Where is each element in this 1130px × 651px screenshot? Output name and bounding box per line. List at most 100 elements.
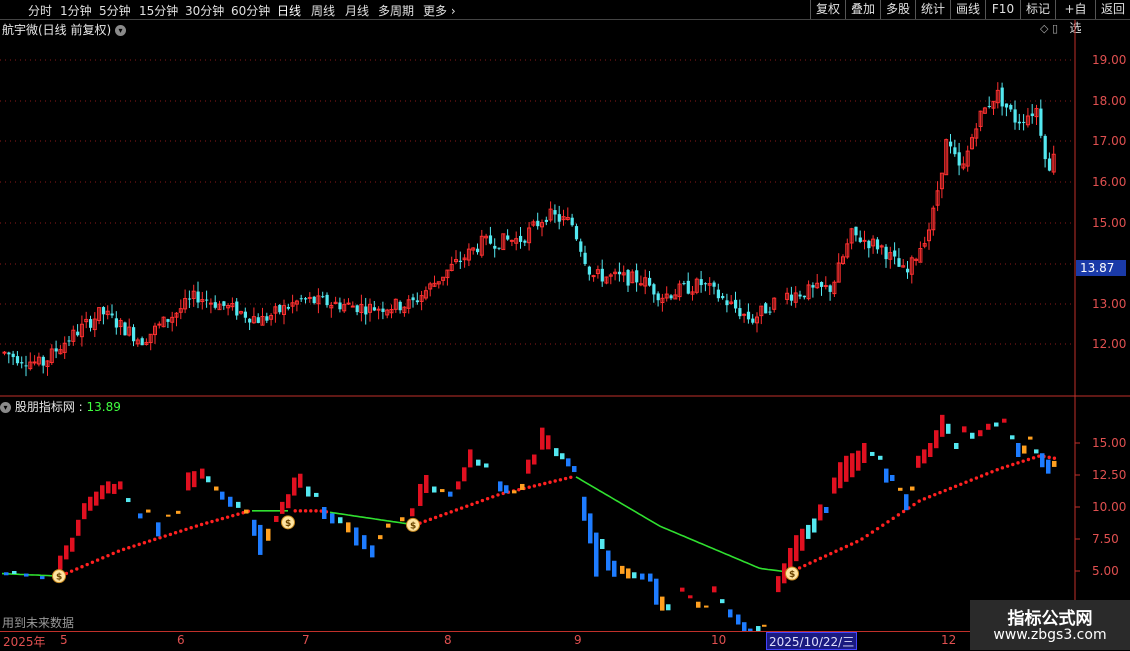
title-dropdown-icon[interactable]: ▾ (115, 25, 127, 36)
kline-chart[interactable]: 19.00 18.00 17.00 16.00 15.00 13.00 12.00 (0, 20, 1130, 397)
ma-dot (485, 496, 490, 501)
tab-30min[interactable]: 30分钟 (185, 2, 224, 19)
ma-dot (896, 513, 901, 517)
ma-dot (210, 519, 214, 524)
indicator-block (978, 430, 983, 437)
tab-1min[interactable]: 1分钟 (60, 2, 92, 19)
indicator-block (856, 450, 861, 471)
candle-body (372, 307, 376, 311)
candle-body (381, 308, 385, 312)
tab-weekly[interactable]: 周线 (311, 2, 335, 19)
ma-dot (969, 478, 973, 482)
ma-dot (938, 490, 942, 495)
candle-body (867, 240, 871, 249)
ma-dot (1000, 466, 1005, 470)
candle-body (523, 240, 527, 243)
date-label-dec: 12 (941, 633, 957, 647)
ma-dot (865, 533, 869, 538)
candle-body (205, 299, 209, 301)
candle-body (1017, 121, 1021, 124)
indicator-block (476, 459, 481, 466)
candle-body (828, 285, 832, 292)
indicator-dropdown-icon[interactable]: ▾ (0, 402, 11, 413)
ma-dot (293, 509, 297, 513)
indicator-block (362, 535, 367, 550)
candle-body (669, 295, 673, 299)
tab-multi-period[interactable]: 多周期 (378, 2, 414, 19)
indicator-block (600, 539, 605, 549)
indicator-block (526, 459, 531, 474)
tab-more[interactable]: 更多 › (423, 2, 456, 19)
ma-dot (569, 475, 573, 479)
indicator-block (720, 599, 725, 604)
ma-dot (423, 519, 427, 523)
candle-body (243, 311, 247, 318)
mark-button[interactable]: 标记 (1020, 0, 1055, 19)
indicator-block (346, 522, 351, 533)
indicator-block (660, 596, 665, 611)
current-price-tag: 13.87 (1076, 260, 1126, 276)
indicator-block (258, 524, 263, 555)
candle-body (114, 318, 118, 328)
indicator-block (898, 487, 903, 491)
ma-dot (943, 488, 947, 493)
candle-body (957, 152, 961, 166)
candle-body (591, 275, 596, 278)
indicator-block (954, 443, 959, 449)
panel-toggle-icon[interactable]: ▯ (1052, 22, 1058, 35)
back-button[interactable]: 返回 (1095, 0, 1130, 19)
indicator-block (280, 501, 285, 514)
draw-line-button[interactable]: 画线 (950, 0, 985, 19)
tab-fenshi[interactable]: 分时 (28, 2, 52, 19)
candle-body (256, 317, 260, 323)
add-watchlist-button[interactable]: +自选 (1055, 0, 1095, 35)
ma-dot (912, 502, 916, 507)
indicator-block (666, 604, 671, 611)
tab-monthly[interactable]: 月线 (345, 2, 369, 19)
price-axis-label: 16.00 (1092, 175, 1126, 189)
multi-stock-button[interactable]: 多股 (880, 0, 915, 19)
indicator-block (566, 458, 571, 467)
ma-dot (803, 563, 807, 568)
tab-15min[interactable]: 15分钟 (139, 2, 178, 19)
indicator-block (484, 463, 489, 468)
indicator-block (118, 481, 123, 490)
indicator-block (654, 578, 659, 605)
ma-dot (797, 566, 802, 570)
tab-daily[interactable]: 日线 (277, 2, 301, 19)
candle-body (1022, 121, 1026, 123)
tab-60min[interactable]: 60分钟 (231, 2, 270, 19)
indicator-block (916, 455, 921, 468)
candle-body (355, 305, 359, 313)
overlay-button[interactable]: 叠加 (845, 0, 880, 19)
indicator-chart[interactable]: 15.00 12.50 10.00 7.50 5.00 $ $ $ $ (0, 397, 1130, 631)
indicator-block (176, 510, 181, 514)
ma-dot (917, 499, 921, 503)
candle-body (682, 283, 686, 285)
f10-button[interactable]: F10 (985, 0, 1020, 19)
indicator-block (648, 573, 653, 582)
candle-body (1000, 87, 1004, 107)
stats-button[interactable]: 统计 (915, 0, 950, 19)
ma-dot (116, 549, 121, 553)
ma-dot (553, 479, 557, 483)
tab-5min[interactable]: 5分钟 (99, 2, 131, 19)
indicator-block (838, 462, 843, 489)
diamond-icon[interactable]: ◇ (1040, 22, 1048, 35)
indicator-block (806, 524, 811, 539)
indicator-block (870, 451, 875, 456)
fuquan-button[interactable]: 复权 (810, 0, 845, 19)
candle-body (321, 296, 325, 298)
candle-body (213, 302, 217, 308)
indicator-block (922, 449, 927, 464)
candle-body (712, 282, 716, 287)
tab-more-label: 更多 (423, 4, 448, 18)
money-bag-symbol: $ (285, 519, 291, 529)
candle-body (187, 298, 192, 300)
indicator-block (214, 486, 219, 491)
ma-dot (85, 562, 89, 567)
indicator-block (228, 496, 233, 507)
indicator-block (94, 491, 99, 506)
ma-dot (985, 472, 989, 476)
indicator-block (386, 523, 391, 528)
